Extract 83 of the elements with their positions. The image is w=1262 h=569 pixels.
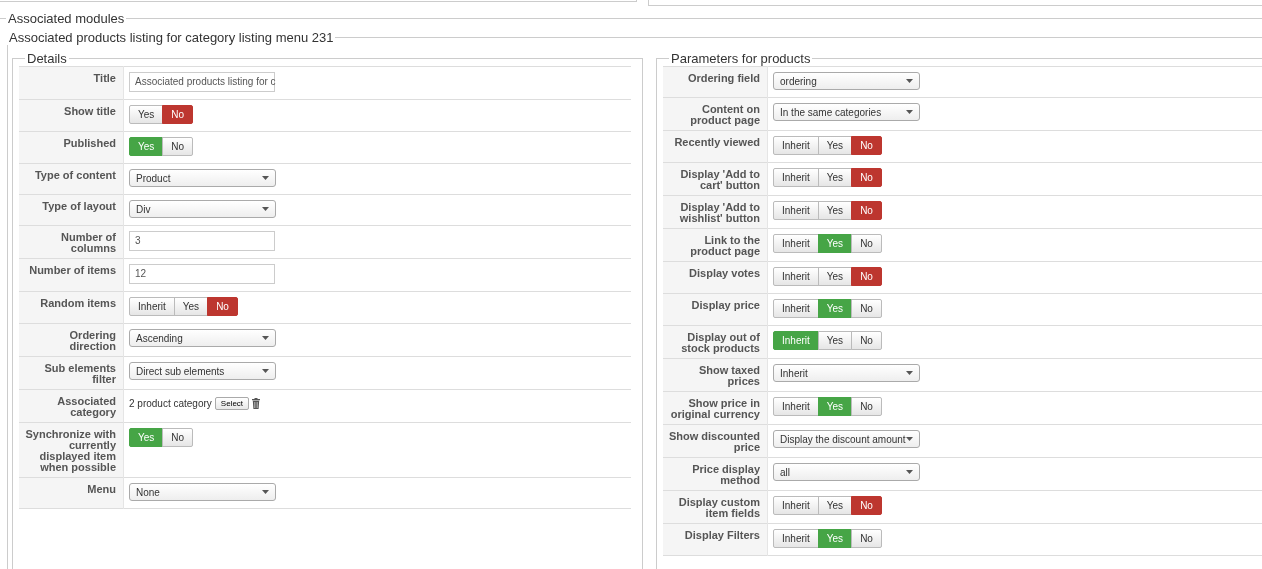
toggle-option[interactable]: Yes (129, 105, 164, 124)
caret-icon (262, 207, 269, 211)
toggle-option[interactable]: No (162, 137, 194, 156)
toggle-option[interactable]: No (162, 428, 194, 447)
toggle-option[interactable]: No (851, 234, 882, 253)
field-label: Random items (19, 291, 124, 324)
field-label: Display price (663, 293, 768, 326)
toggle-option[interactable]: Inherit (773, 496, 819, 515)
field-label: Display out of stock products (663, 325, 768, 359)
caret-icon (906, 470, 913, 474)
toggle-option[interactable]: Inherit (773, 168, 819, 187)
toggle-option[interactable]: Inherit (773, 299, 819, 318)
select-field[interactable]: Div (129, 200, 276, 218)
toggle-option[interactable]: No (851, 529, 882, 548)
toggle-option[interactable]: Inherit (773, 201, 819, 220)
field-label: Type of layout (19, 194, 124, 226)
toggle-option[interactable]: Inherit (773, 397, 819, 416)
toggle-option[interactable]: Inherit (773, 136, 819, 155)
toggle-option[interactable]: Inherit (129, 297, 175, 316)
section-title: Associated products listing for category listing menu 231 (8, 30, 335, 45)
field-label: Display 'Add to cart' button (663, 162, 768, 196)
toggle-option[interactable]: No (851, 168, 882, 187)
field-label: Recently viewed (663, 130, 768, 163)
caret-icon (262, 176, 269, 180)
select-field[interactable]: In the same categories (773, 103, 920, 121)
field-label: Price display method (663, 457, 768, 491)
trash-icon[interactable] (252, 398, 261, 409)
input-field[interactable]: 12 (129, 264, 275, 284)
toggle-option[interactable]: No (851, 201, 882, 220)
toggle-option[interactable]: No (162, 105, 194, 124)
field-label: Synchronize with currently displayed item when possible (19, 422, 124, 478)
field-label: Show discounted price (663, 424, 768, 458)
select-field[interactable]: Display the discount amount (773, 430, 920, 448)
field-label: Link to the product page (663, 228, 768, 262)
field-label: Content on product page (663, 97, 768, 131)
field-label: Menu (19, 477, 124, 509)
caret-icon (262, 369, 269, 373)
toggle-option[interactable]: No (207, 297, 238, 316)
field-label: Published (19, 131, 124, 164)
field-label: Display votes (663, 261, 768, 294)
caret-icon (906, 79, 913, 83)
field-label: Type of content (19, 163, 124, 195)
panel-title: Details (26, 51, 68, 66)
select-field[interactable]: Ascending (129, 329, 276, 347)
field-label: Display custom item fields (663, 490, 768, 524)
field-label: Sub elements filter (19, 356, 124, 390)
toggle-option[interactable]: No (851, 496, 882, 515)
toggle-option[interactable]: Inherit (773, 529, 819, 548)
input-field[interactable]: Associated products listing for c (129, 72, 275, 92)
select-field[interactable]: ordering (773, 72, 920, 90)
toggle-option[interactable]: No (851, 136, 882, 155)
field-label: Ordering field (663, 66, 768, 98)
section-title: Associated modules (7, 11, 126, 26)
select-button[interactable]: Select (214, 397, 250, 410)
toggle-option[interactable]: Inherit (773, 234, 819, 253)
select-field[interactable]: None (129, 483, 276, 501)
field-label: Show price in original currency (663, 391, 768, 425)
category-count: 2 product category (129, 398, 212, 409)
select-field[interactable]: Inherit (773, 364, 920, 382)
field-label: Number of items (19, 258, 124, 292)
field-label: Title (19, 66, 124, 100)
input-field[interactable]: 3 (129, 231, 275, 251)
panel-title: Parameters for products (670, 51, 812, 66)
field-label: Show taxed prices (663, 358, 768, 392)
select-field[interactable]: Product (129, 169, 276, 187)
field-label: Display 'Add to wishlist' button (663, 195, 768, 229)
select-field[interactable]: Direct sub elements (129, 362, 276, 380)
field-label: Display Filters (663, 523, 768, 556)
toggle-option[interactable]: Inherit (773, 267, 819, 286)
caret-icon (262, 490, 269, 494)
caret-icon (906, 371, 913, 375)
toggle-option[interactable]: No (851, 397, 882, 416)
toggle-option[interactable]: No (851, 267, 882, 286)
caret-icon (262, 336, 269, 340)
toggle-option[interactable]: No (851, 299, 882, 318)
caret-icon (906, 437, 913, 441)
field-label: Show title (19, 99, 124, 132)
field-label: Ordering direction (19, 323, 124, 357)
caret-icon (906, 110, 913, 114)
toggle-option[interactable]: No (851, 331, 882, 350)
field-label: Number of columns (19, 225, 124, 259)
select-field[interactable]: all (773, 463, 920, 481)
field-label: Associated category (19, 389, 124, 423)
